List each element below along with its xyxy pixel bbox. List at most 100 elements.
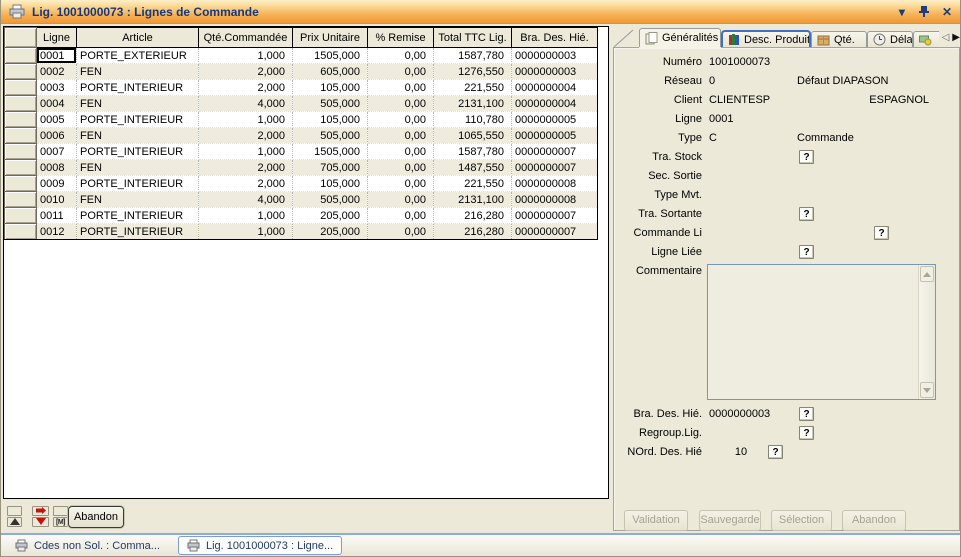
help-button[interactable]: ? (799, 245, 814, 259)
row-selector[interactable] (5, 224, 37, 240)
table-cell[interactable]: 1065,550 (434, 128, 512, 144)
tab-0[interactable]: Généralités (639, 28, 721, 47)
table-cell[interactable]: PORTE_INTERIEUR (77, 176, 199, 192)
row-selector[interactable] (5, 160, 37, 176)
table-cell[interactable]: 0000000004 (512, 80, 598, 96)
table-row[interactable]: 0004FEN4,000505,0000,002131,100000000000… (5, 96, 598, 112)
table-cell[interactable]: 0,00 (368, 64, 434, 80)
column-header[interactable]: Article (77, 28, 199, 48)
field-value[interactable]: 0 (709, 73, 715, 89)
table-cell[interactable]: 0008 (37, 160, 77, 176)
table-cell[interactable]: 0000000007 (512, 208, 598, 224)
column-header[interactable]: Ligne (37, 28, 77, 48)
table-row[interactable]: 0009PORTE_INTERIEUR2,000105,0000,00221,5… (5, 176, 598, 192)
table-cell[interactable]: 505,000 (293, 128, 368, 144)
taskbar-item-0[interactable]: Cdes non Sol. : Comma... (7, 537, 168, 555)
table-cell[interactable]: 0012 (37, 224, 77, 240)
table-cell[interactable]: 605,000 (293, 64, 368, 80)
row-selector[interactable] (5, 96, 37, 112)
table-cell[interactable]: PORTE_INTERIEUR (77, 208, 199, 224)
row-selector[interactable] (5, 80, 37, 96)
table-cell[interactable]: 205,000 (293, 208, 368, 224)
table-cell[interactable]: FEN (77, 96, 199, 112)
row-selector[interactable] (5, 128, 37, 144)
tab-scroll-left-icon[interactable]: ◁ (942, 33, 950, 43)
help-button[interactable]: ? (799, 407, 814, 421)
table-cell[interactable]: 0000000003 (512, 48, 598, 64)
close-button[interactable]: ✕ (942, 6, 952, 18)
help-button[interactable]: ? (799, 150, 814, 164)
table-cell[interactable]: 2,000 (199, 80, 293, 96)
grid-nav-button[interactable] (7, 517, 22, 527)
table-cell[interactable]: 0,00 (368, 192, 434, 208)
scroll-up-button[interactable] (920, 266, 934, 282)
row-selector[interactable] (5, 208, 37, 224)
table-cell[interactable]: 0,00 (368, 208, 434, 224)
table-cell[interactable]: 105,000 (293, 112, 368, 128)
tab-4[interactable] (913, 31, 939, 47)
abandon-button[interactable]: Abandon (68, 506, 124, 528)
field-value[interactable]: C (709, 130, 717, 146)
textarea-scrollbar[interactable] (918, 265, 935, 399)
table-cell[interactable]: 1,000 (199, 48, 293, 64)
tab-3[interactable]: Délai (867, 31, 913, 47)
grid-nav-button[interactable]: [M] (53, 517, 68, 527)
table-cell[interactable]: FEN (77, 128, 199, 144)
table-cell[interactable]: PORTE_INTERIEUR (77, 80, 199, 96)
help-button[interactable]: ? (874, 226, 889, 240)
row-selector[interactable] (5, 176, 37, 192)
table-cell[interactable]: 1,000 (199, 224, 293, 240)
table-cell[interactable]: 0010 (37, 192, 77, 208)
table-cell[interactable]: 0,00 (368, 48, 434, 64)
grid-nav-button[interactable] (32, 517, 49, 527)
table-row[interactable]: 0010FEN4,000505,0000,002131,100000000000… (5, 192, 598, 208)
table-cell[interactable]: 0007 (37, 144, 77, 160)
table-row[interactable]: 0012PORTE_INTERIEUR1,000205,0000,00216,2… (5, 224, 598, 240)
table-cell[interactable]: FEN (77, 64, 199, 80)
column-header[interactable]: % Remise (368, 28, 434, 48)
table-cell[interactable]: 2,000 (199, 176, 293, 192)
tab-scroll-right-icon[interactable]: ▶ (952, 33, 960, 43)
row-selector[interactable] (5, 144, 37, 160)
table-cell[interactable]: 105,000 (293, 80, 368, 96)
table-cell[interactable]: 110,780 (434, 112, 512, 128)
field-value[interactable]: 10 (709, 444, 773, 460)
table-cell[interactable]: 1587,780 (434, 48, 512, 64)
table-cell[interactable]: 1587,780 (434, 144, 512, 160)
commentaire-textarea[interactable] (707, 264, 936, 400)
table-cell[interactable]: 0002 (37, 64, 77, 80)
table-cell[interactable]: 216,280 (434, 208, 512, 224)
table-row[interactable]: 0007PORTE_INTERIEUR1,0001505,0000,001587… (5, 144, 598, 160)
footer-button-1[interactable]: Sauvegarde (699, 510, 761, 531)
table-cell[interactable]: 2131,100 (434, 96, 512, 112)
taskbar-item-1[interactable]: Lig. 1001000073 : Ligne... (178, 536, 342, 555)
table-cell[interactable]: 0000000008 (512, 192, 598, 208)
help-button[interactable]: ? (799, 426, 814, 440)
row-selector[interactable] (5, 112, 37, 128)
table-cell[interactable]: 0000000004 (512, 96, 598, 112)
collapse-button[interactable]: ▾ (899, 6, 905, 18)
tab-1[interactable]: Desc. Produit (721, 30, 811, 47)
table-row[interactable]: 0002FEN2,000605,0000,001276,550000000000… (5, 64, 598, 80)
table-cell[interactable]: 0000000005 (512, 112, 598, 128)
grid-nav-button[interactable] (32, 506, 49, 516)
order-lines-table[interactable]: LigneArticleQté.CommandéePrix Unitaire% … (4, 27, 598, 240)
table-cell[interactable]: 1,000 (199, 112, 293, 128)
table-row[interactable]: 0006FEN2,000505,0000,001065,550000000000… (5, 128, 598, 144)
table-cell[interactable]: 2,000 (199, 160, 293, 176)
table-cell[interactable]: 0000000007 (512, 224, 598, 240)
table-cell[interactable]: 1487,550 (434, 160, 512, 176)
table-row[interactable]: 0005PORTE_INTERIEUR1,000105,0000,00110,7… (5, 112, 598, 128)
table-cell[interactable]: 216,280 (434, 224, 512, 240)
column-header[interactable]: Bra. Des. Hié. (512, 28, 598, 48)
table-cell[interactable]: 1,000 (199, 144, 293, 160)
table-cell[interactable]: 2,000 (199, 128, 293, 144)
table-cell[interactable]: 0009 (37, 176, 77, 192)
table-cell[interactable]: 0011 (37, 208, 77, 224)
table-cell[interactable]: 0,00 (368, 80, 434, 96)
help-button[interactable]: ? (768, 445, 783, 459)
table-row[interactable]: 0008FEN2,000705,0000,001487,550000000000… (5, 160, 598, 176)
table-cell[interactable]: 0,00 (368, 144, 434, 160)
column-header[interactable]: Total TTC Lig. (434, 28, 512, 48)
field-value[interactable]: CLIENTESP (709, 92, 770, 108)
